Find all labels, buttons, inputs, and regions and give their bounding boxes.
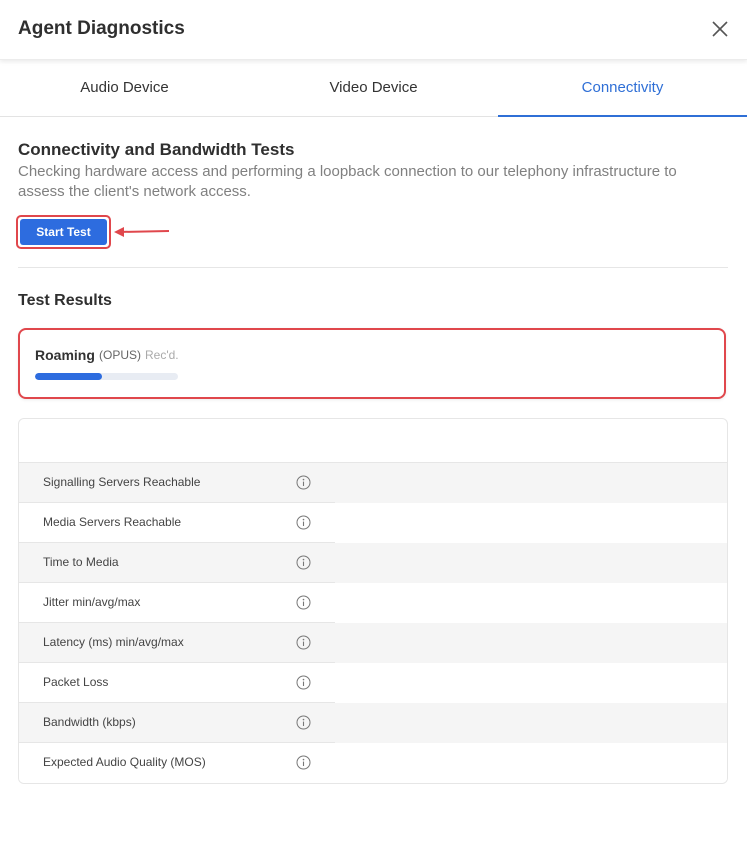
roaming-status: Rec'd. [145,348,179,362]
roaming-name: Roaming [35,347,95,363]
dialog-header: Agent Diagnostics [0,0,747,60]
row-label: Latency (ms) min/avg/max [43,635,184,649]
info-icon[interactable] [296,715,311,730]
row-label: Expected Audio Quality (MOS) [43,755,206,769]
row-label: Packet Loss [43,675,109,689]
annotation-arrow-icon [114,227,170,237]
results-title: Test Results [18,292,112,309]
table-row: Bandwidth (kbps) [19,703,727,743]
row-label: Jitter min/avg/max [43,595,141,609]
info-icon[interactable] [296,635,311,650]
info-icon[interactable] [296,515,311,530]
info-icon[interactable] [296,555,311,570]
start-test-button[interactable]: Start Test [20,219,107,245]
roaming-codec: (OPUS) [99,348,141,362]
row-label: Signalling Servers Reachable [43,475,201,489]
roaming-progress-fill [35,373,103,380]
roaming-progress-bar [35,373,178,380]
info-icon[interactable] [296,475,311,490]
section-title: Connectivity and Bandwidth Tests [18,140,295,159]
table-row: Latency (ms) min/avg/max [19,623,727,663]
table-row: Time to Media [19,543,727,583]
tab-video-device[interactable]: Video Device [249,62,498,117]
info-icon[interactable] [296,675,311,690]
row-label: Bandwidth (kbps) [43,715,136,729]
tab-connectivity[interactable]: Connectivity [498,62,747,117]
info-icon[interactable] [296,755,311,770]
info-icon[interactable] [296,595,311,610]
roaming-card: Roaming (OPUS) Rec'd. [18,328,726,399]
start-test-highlight: Start Test [16,215,111,249]
table-row: Expected Audio Quality (MOS) [19,743,727,783]
row-label: Time to Media [43,555,119,569]
dialog-title: Agent Diagnostics [18,18,185,39]
agent-diagnostics-dialog: Agent Diagnostics Audio Device Video Dev… [0,0,747,864]
section-divider [18,267,728,268]
table-row: Media Servers Reachable [19,503,727,543]
results-table-header [19,419,727,463]
table-row: Signalling Servers Reachable [19,463,727,503]
results-table: Signalling Servers Reachable Media Server… [18,418,728,784]
table-row: Packet Loss [19,663,727,703]
row-label: Media Servers Reachable [43,515,182,529]
table-row: Jitter min/avg/max [19,583,727,623]
close-icon[interactable] [709,18,731,40]
tab-bar: Audio Device Video Device Connectivity [0,62,747,117]
tab-audio-device[interactable]: Audio Device [0,62,249,117]
section-description: Checking hardware access and performing … [18,163,677,200]
